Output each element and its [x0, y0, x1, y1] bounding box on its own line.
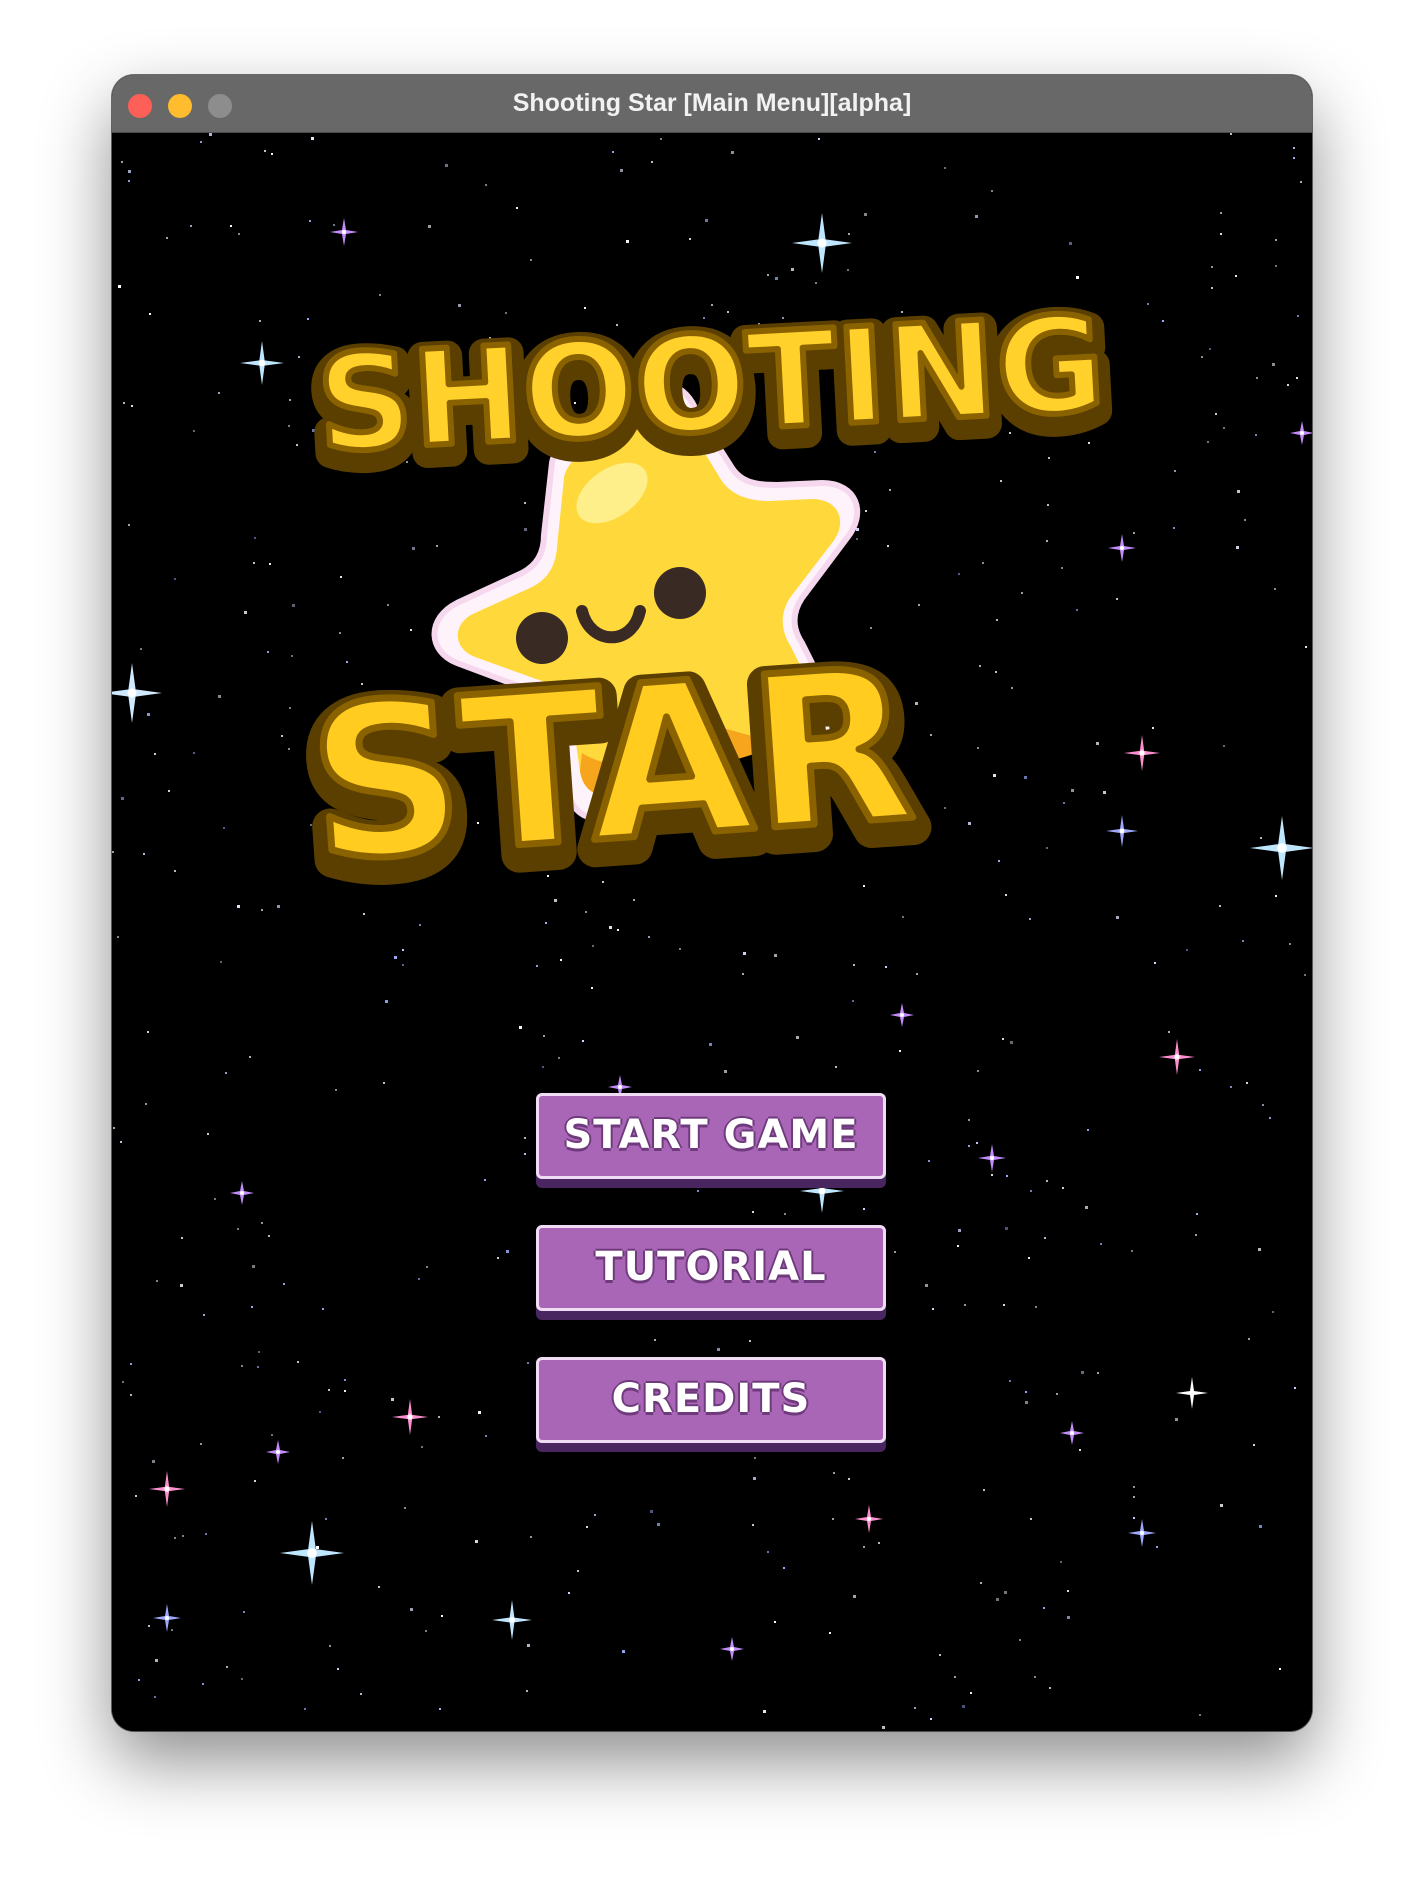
credits-button[interactable]: CREDITS	[536, 1357, 886, 1443]
start-game-button[interactable]: START GAME	[536, 1093, 886, 1179]
game-viewport: SHOOTING SHOOTING STAR STAR START GAME T…	[112, 133, 1312, 1731]
logo-line2: STAR	[302, 622, 920, 908]
window-title: Shooting Star [Main Menu][alpha]	[512, 89, 912, 117]
title-bar: Shooting Star [Main Menu][alpha]	[112, 75, 1312, 133]
game-logo: SHOOTING SHOOTING STAR STAR	[285, 281, 1124, 937]
game-window: Shooting Star [Main Menu][alpha] SHOOTIN…	[112, 75, 1312, 1731]
tutorial-button[interactable]: TUTORIAL	[536, 1225, 886, 1311]
